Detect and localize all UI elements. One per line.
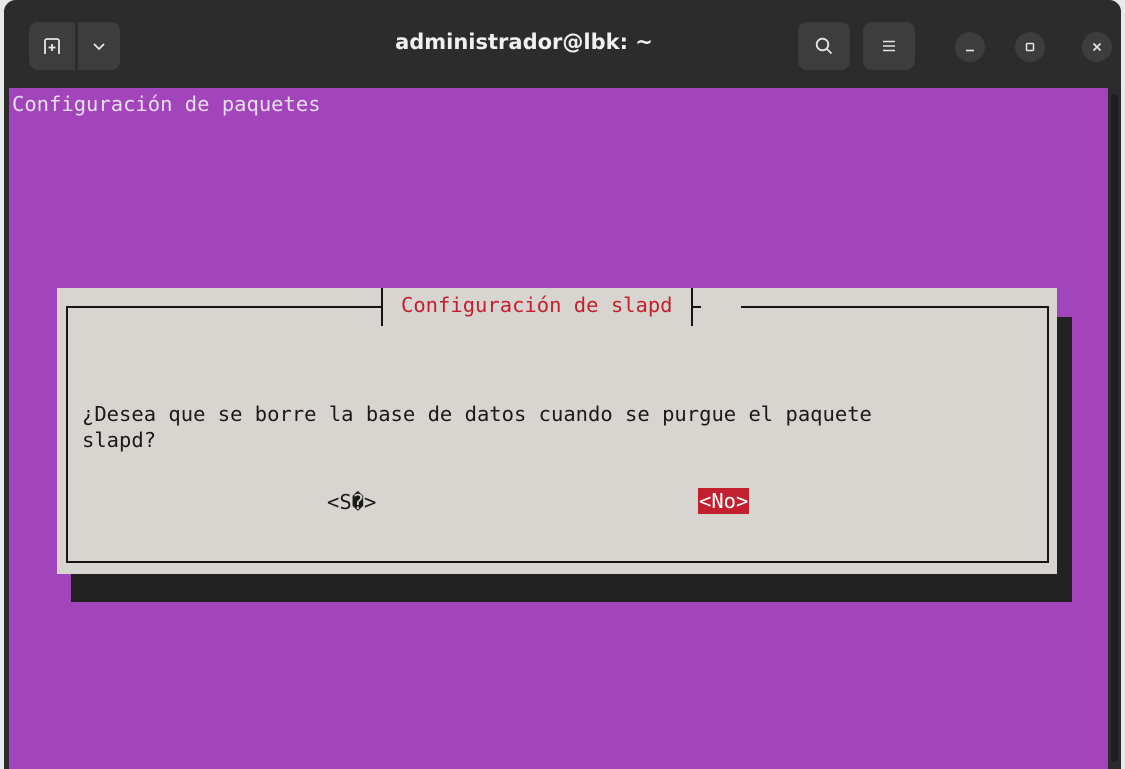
yes-button[interactable]: <S�> — [327, 490, 376, 514]
menu-button[interactable] — [863, 22, 915, 70]
terminal-window: administrador@lbk: ~ Configuración de pa… — [4, 0, 1121, 769]
maximize-button[interactable] — [1015, 32, 1045, 62]
no-button[interactable]: <No> — [698, 488, 750, 514]
terminal-area[interactable]: Configuración de paquetes Configuración … — [9, 88, 1108, 769]
search-icon — [815, 37, 833, 55]
tab-menu-button[interactable] — [78, 22, 120, 70]
dialog-title: Configuración de slapd — [373, 288, 701, 326]
new-tab-icon — [44, 38, 60, 54]
window-title: administrador@lbk: ~ — [395, 30, 653, 54]
title-bar: administrador@lbk: ~ — [4, 0, 1121, 88]
scrollbar[interactable] — [1108, 88, 1121, 769]
dialog-border-top-right — [741, 306, 1049, 308]
package-config-header: Configuración de paquetes — [12, 92, 321, 116]
search-button[interactable] — [798, 22, 850, 70]
chevron-down-icon — [93, 43, 105, 51]
close-button[interactable] — [1082, 32, 1112, 62]
maximize-icon — [1025, 42, 1035, 52]
scrollbar-track[interactable] — [1111, 94, 1118, 762]
dialog-border-top-left — [66, 306, 379, 308]
hamburger-menu-icon — [883, 40, 895, 52]
new-tab-button[interactable] — [29, 22, 75, 70]
slapd-config-dialog: Configuración de slapd ¿Desea que se bor… — [57, 288, 1057, 574]
minimize-icon — [966, 49, 974, 52]
close-icon — [1092, 42, 1102, 52]
minimize-button[interactable] — [955, 32, 985, 62]
dialog-question: ¿Desea que se borre la base de datos cua… — [82, 402, 872, 452]
